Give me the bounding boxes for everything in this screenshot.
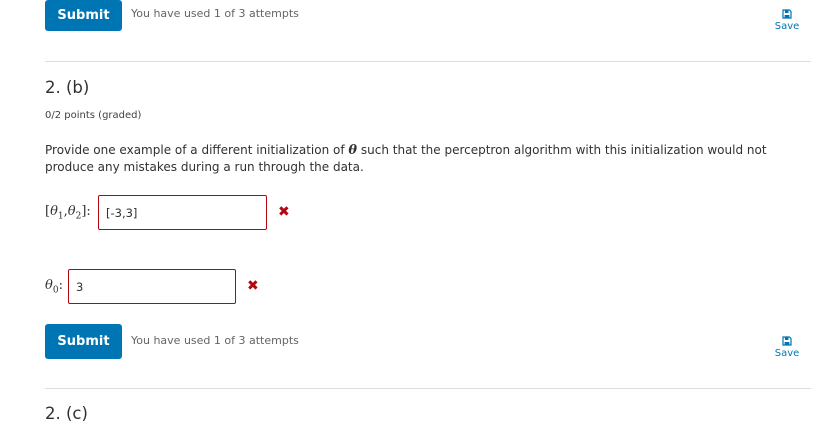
- submit-button[interactable]: Submit: [45, 324, 122, 359]
- floppy-disk-icon: [767, 336, 807, 346]
- theta-vector-input[interactable]: [-3,3]: [98, 195, 267, 230]
- save-label: Save: [774, 21, 800, 32]
- theta0-label: θ0:: [45, 278, 63, 296]
- section-divider: [45, 61, 811, 62]
- save-button-previous[interactable]: Save: [767, 9, 807, 32]
- floppy-disk-icon: [767, 9, 807, 19]
- problem-title: 2. (b): [45, 78, 90, 97]
- attempts-text-previous: You have used 1 of 3 attempts: [131, 7, 299, 20]
- problem-points: 0/2 points (graded): [45, 110, 142, 121]
- attempts-text: You have used 1 of 3 attempts: [131, 334, 299, 347]
- next-problem-title: 2. (c): [45, 404, 88, 423]
- theta-vector-label: [θ1,θ2]:: [45, 204, 91, 222]
- prompt-text-before: Provide one example of a different initi…: [45, 143, 349, 157]
- save-label: Save: [774, 348, 800, 359]
- prompt-theta-symbol: θ: [348, 143, 358, 158]
- submit-button-previous[interactable]: Submit: [45, 0, 122, 31]
- incorrect-x-icon: ✖: [247, 278, 259, 294]
- save-button[interactable]: Save: [767, 336, 807, 359]
- problem-prompt: Provide one example of a different initi…: [45, 142, 785, 176]
- section-divider: [45, 388, 811, 389]
- theta0-input[interactable]: 3: [68, 269, 236, 304]
- incorrect-x-icon: ✖: [278, 204, 290, 220]
